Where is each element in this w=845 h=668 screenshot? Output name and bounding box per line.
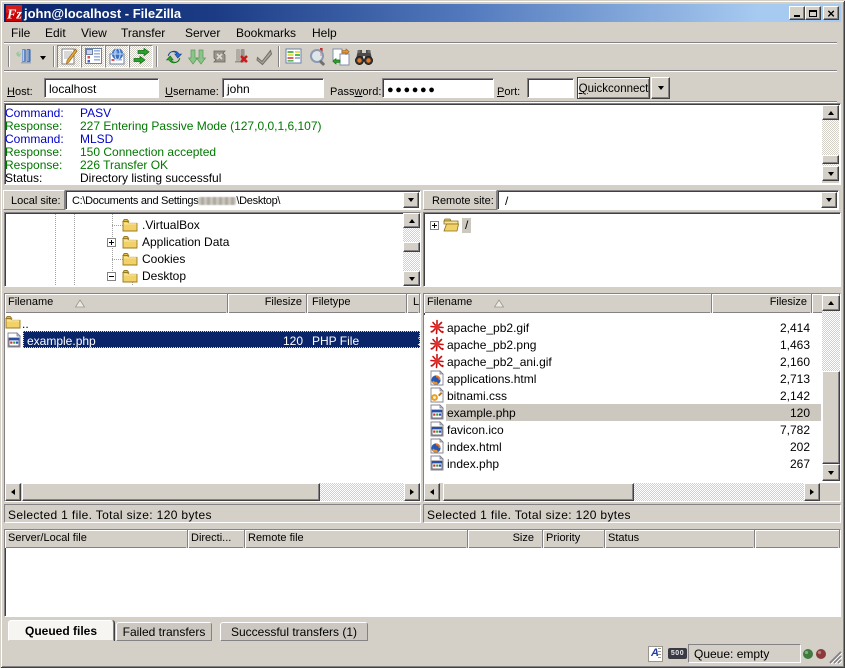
svg-text:Fz: Fz bbox=[6, 8, 22, 22]
